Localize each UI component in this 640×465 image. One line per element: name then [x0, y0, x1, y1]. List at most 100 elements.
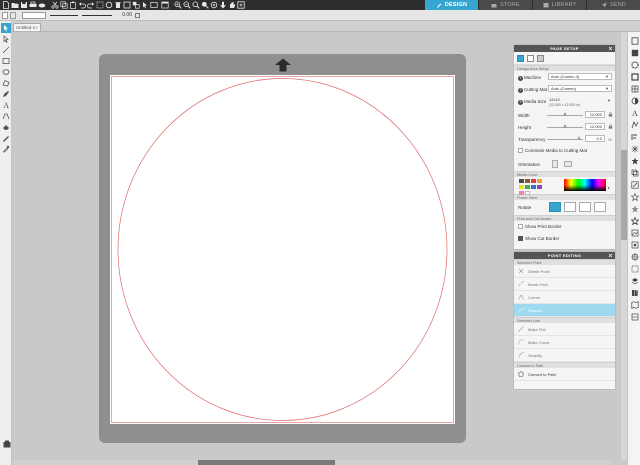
color-swatch[interactable]: [537, 185, 542, 189]
constrain-checkbox[interactable]: [518, 148, 523, 154]
corner-button[interactable]: Corner: [514, 291, 615, 304]
copy-icon[interactable]: [60, 1, 68, 9]
cut-mode-tab-icon[interactable]: [517, 55, 524, 62]
tab-send[interactable]: SEND: [587, 0, 640, 10]
more-colors-icon[interactable]: ▸: [608, 185, 610, 190]
map-icon[interactable]: [630, 300, 639, 309]
globe-icon[interactable]: [630, 252, 639, 261]
background-mode-tab-icon[interactable]: [537, 55, 544, 62]
simplify-button[interactable]: Simplify: [514, 349, 615, 362]
machine-select[interactable]: Auto (Cameo 4) ▼: [548, 73, 612, 80]
fill-color-swatch[interactable]: [2, 12, 8, 19]
transparency-input[interactable]: 0.0: [585, 135, 605, 142]
color-swatch[interactable]: [531, 179, 536, 183]
eraser-tool-icon[interactable]: [1, 122, 11, 132]
redo-icon[interactable]: [87, 1, 95, 9]
tab-design[interactable]: DESIGN: [425, 0, 478, 10]
line-tool-icon[interactable]: [1, 45, 11, 55]
paste-icon[interactable]: [69, 1, 77, 9]
point-edit-tool-icon[interactable]: [1, 34, 11, 44]
close-icon[interactable]: ×: [35, 24, 38, 31]
save-icon[interactable]: [20, 1, 28, 9]
weld-icon[interactable]: [630, 216, 639, 225]
tab-library[interactable]: LIBRARY: [533, 0, 586, 10]
horizontal-scrollbar[interactable]: [12, 460, 612, 465]
eyedropper-tool-icon[interactable]: [1, 144, 11, 154]
trash-icon[interactable]: [114, 1, 122, 9]
media-size-select[interactable]: 12x12 (12.000 x 12.000 in): [549, 97, 580, 107]
trace-icon[interactable]: [630, 120, 639, 129]
slider-knob[interactable]: [563, 112, 567, 116]
portrait-orientation-icon[interactable]: [552, 160, 558, 168]
line-style-icon[interactable]: [10, 12, 16, 19]
rotate-180-icon[interactable]: [579, 202, 591, 212]
color-swatch[interactable]: [531, 185, 536, 189]
zoom-fit-icon[interactable]: [192, 1, 200, 9]
horizontal-scroll-thumb[interactable]: [198, 460, 335, 465]
lock-icon[interactable]: [608, 124, 613, 129]
select-tool-icon[interactable]: [1, 23, 11, 33]
move-down-icon[interactable]: [219, 1, 227, 9]
make-flat-button[interactable]: Make Flat: [514, 323, 615, 336]
page-setup-icon[interactable]: [630, 36, 639, 45]
convert-to-path-button[interactable]: Convert to Path: [514, 368, 615, 381]
text-style-icon[interactable]: A: [630, 108, 639, 117]
pen-tool-icon[interactable]: [1, 111, 11, 121]
color-swatch[interactable]: [525, 179, 530, 183]
transform-icon[interactable]: [630, 180, 639, 189]
polygon-tool-icon[interactable]: [1, 78, 11, 88]
zoom-out-icon[interactable]: [183, 1, 191, 9]
image-effects-icon[interactable]: [630, 228, 639, 237]
color-swatch[interactable]: [519, 185, 524, 189]
transparency-icon[interactable]: [630, 96, 639, 105]
color-swatch[interactable]: [525, 185, 530, 189]
rectangle-tool-icon[interactable]: [1, 56, 11, 66]
fill-panel-icon[interactable]: [630, 48, 639, 57]
design-page[interactable]: [110, 75, 455, 424]
smooth-button[interactable]: Smooth: [514, 304, 615, 317]
rotate-0-icon[interactable]: [549, 202, 561, 212]
slider-knob[interactable]: [563, 124, 567, 128]
cloud-icon[interactable]: [38, 1, 46, 9]
frame-icon[interactable]: [123, 1, 131, 9]
new-file-icon[interactable]: [2, 1, 10, 9]
sync-icon[interactable]: [105, 1, 113, 9]
open-folder-icon[interactable]: [11, 1, 19, 9]
design-canvas[interactable]: [110, 75, 455, 424]
line-color-icon[interactable]: [630, 72, 639, 81]
rotate-90-icon[interactable]: [564, 202, 576, 212]
align-icon[interactable]: [630, 132, 639, 141]
ellipse-tool-icon[interactable]: [1, 67, 11, 77]
width-slider[interactable]: [547, 112, 583, 116]
offset-icon[interactable]: [630, 168, 639, 177]
fullscreen-icon[interactable]: [237, 1, 245, 9]
color-swatch[interactable]: [537, 179, 542, 183]
make-curve-button[interactable]: Make Curve: [514, 336, 615, 349]
height-input[interactable]: 12.000: [585, 123, 605, 130]
color-spectrum-picker[interactable]: [564, 179, 606, 191]
undo-icon[interactable]: [78, 1, 86, 9]
width-input[interactable]: 12.000: [585, 111, 605, 118]
library-panel-icon[interactable]: [630, 288, 639, 297]
group-icon[interactable]: [132, 1, 140, 9]
pixscan-icon[interactable]: [630, 240, 639, 249]
line-weight-value[interactable]: 0.00: [118, 12, 132, 19]
grid-mode-tab-icon[interactable]: [527, 55, 534, 62]
select-all-icon[interactable]: [96, 1, 104, 9]
slider-knob[interactable]: [577, 136, 581, 140]
send-panel-icon[interactable]: [630, 312, 639, 321]
hand-pan-icon[interactable]: [228, 1, 236, 9]
zoom-in-icon[interactable]: [174, 1, 182, 9]
line-options-icon[interactable]: [135, 13, 140, 18]
color-wheel-icon[interactable]: [630, 60, 639, 69]
window-icon[interactable]: [161, 1, 169, 9]
zoom-drag-icon[interactable]: [201, 1, 209, 9]
chevron-down-icon[interactable]: ▼: [607, 98, 611, 103]
panel-close-icon[interactable]: [608, 253, 613, 258]
color-swatch[interactable]: [519, 179, 524, 183]
cut-icon[interactable]: [51, 1, 59, 9]
cutting-mat-select[interactable]: Auto (Cameo) ▼: [548, 85, 612, 92]
print-cut-icon[interactable]: [630, 264, 639, 273]
show-print-border-checkbox[interactable]: [518, 224, 523, 230]
replicate-icon[interactable]: [630, 144, 639, 153]
